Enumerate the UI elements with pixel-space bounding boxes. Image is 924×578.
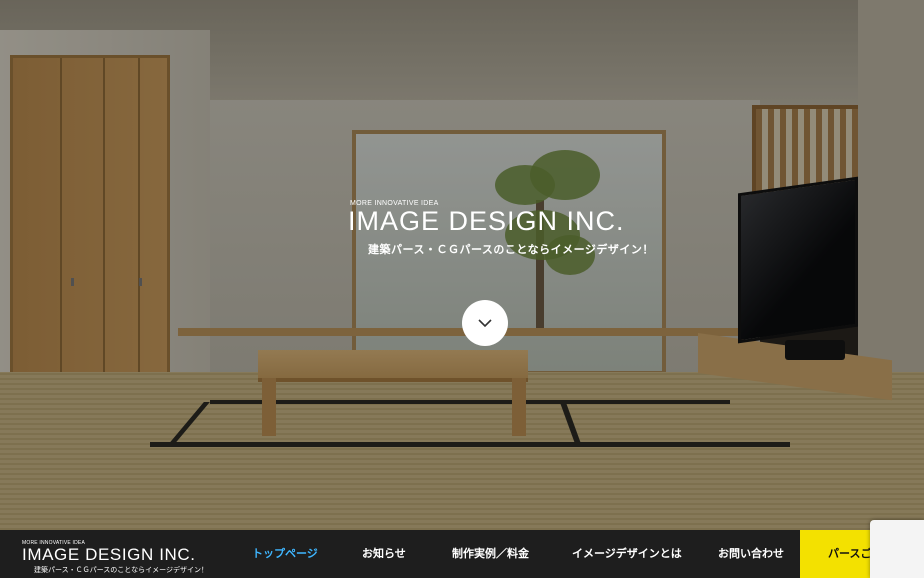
hero-title: IMAGE DESIGN INC. — [348, 206, 625, 236]
hero-logo: MORE INNOVATIVE IDEA IMAGE DESIGN INC. 建… — [348, 200, 654, 257]
nav-logo-subtitle: 建築パース・ＣＧパースのことならイメージデザイン！ — [34, 567, 208, 574]
nav-item-contact[interactable]: お問い合わせ — [718, 530, 784, 578]
hero-overlay — [0, 0, 924, 530]
nav-item-top[interactable]: トップページ — [252, 530, 318, 578]
nav-item-works-pricing[interactable]: 制作実例／料金 — [452, 530, 529, 578]
nav-item-news[interactable]: お知らせ — [362, 530, 406, 578]
hero-subtitle: 建築パース・ＣＧパースのことならイメージデザイン！ — [368, 244, 654, 256]
nav-logo-title: IMAGE DESIGN INC. — [22, 545, 196, 564]
recaptcha-badge[interactable] — [870, 520, 924, 578]
scroll-down-button[interactable] — [462, 300, 508, 346]
chevron-down-icon — [478, 318, 492, 327]
nav-logo[interactable]: MORE INNOVATIVE IDEA IMAGE DESIGN INC. 建… — [22, 540, 208, 575]
global-nav: MORE INNOVATIVE IDEA IMAGE DESIGN INC. 建… — [0, 530, 924, 578]
hero-section: MORE INNOVATIVE IDEA IMAGE DESIGN INC. 建… — [0, 0, 924, 530]
nav-item-about[interactable]: イメージデザインとは — [572, 530, 682, 578]
